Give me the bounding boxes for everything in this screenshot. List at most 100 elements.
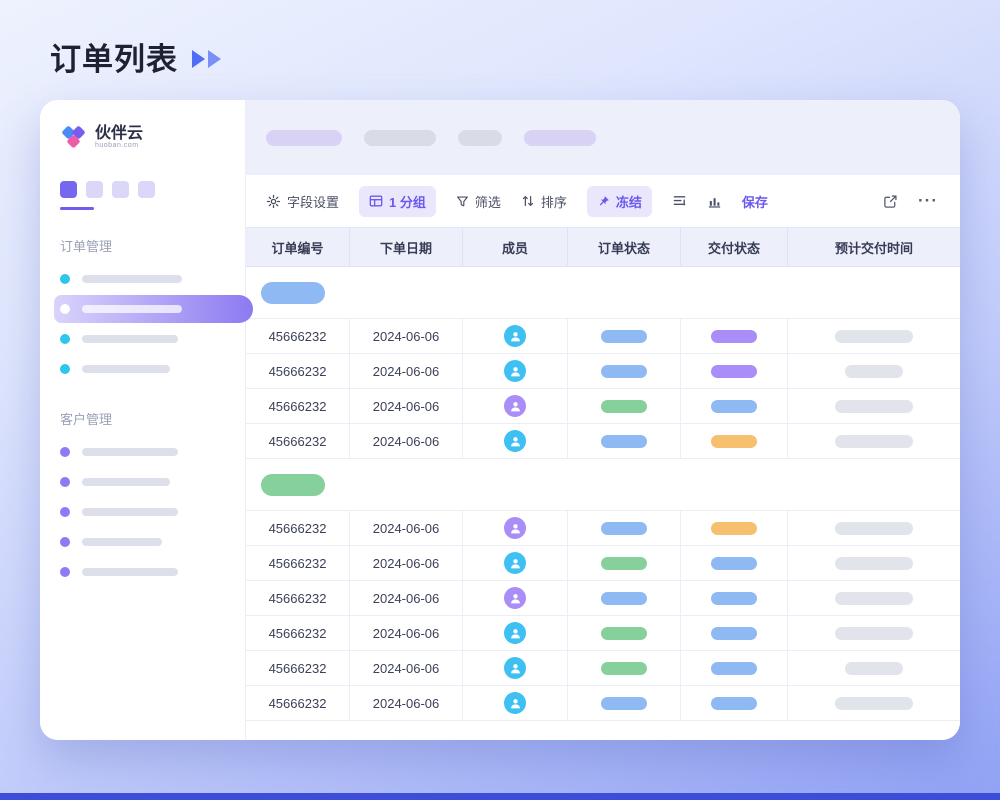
table-row[interactable]: 456662322024-06-06 [246, 651, 960, 686]
eta-cell [788, 424, 960, 459]
table-row[interactable]: 456662322024-06-06 [246, 511, 960, 546]
order-status-pill [601, 627, 647, 640]
order-date-cell: 2024-06-06 [350, 616, 463, 651]
nav-item-dot-icon [60, 507, 70, 517]
group-button[interactable]: 1 分组 [359, 186, 436, 217]
column-header[interactable]: 订单编号 [246, 228, 350, 266]
column-header[interactable]: 交付状态 [681, 228, 788, 266]
delivery-status-pill [711, 557, 757, 570]
table-row[interactable]: 456662322024-06-06 [246, 616, 960, 651]
group-header-row[interactable] [246, 459, 960, 511]
view-pill-4[interactable] [524, 130, 596, 146]
column-header[interactable]: 成员 [463, 228, 568, 266]
nav-item-label-placeholder [82, 305, 182, 313]
order-status-pill [601, 662, 647, 675]
nav-section-label: 客户管理 [60, 409, 245, 428]
order-date-cell: 2024-06-06 [350, 424, 463, 459]
view-pill-3[interactable] [458, 130, 502, 146]
order-status-pill [601, 400, 647, 413]
sidebar-item[interactable] [54, 295, 253, 323]
table-row[interactable]: 456662322024-06-06 [246, 581, 960, 616]
more-button[interactable]: ··· [918, 191, 938, 211]
logo-subtext: huoban.com [95, 142, 143, 150]
sidebar: 伙伴云 huoban.com 订单管理客户管理 [40, 100, 246, 740]
table-row[interactable]: 456662322024-06-06 [246, 424, 960, 459]
eta-placeholder-pill [835, 627, 913, 640]
nav-item-label-placeholder [82, 275, 182, 283]
order-status-pill [601, 365, 647, 378]
table-row[interactable]: 456662322024-06-06 [246, 546, 960, 581]
view-pill-1[interactable] [266, 130, 342, 146]
column-header[interactable]: 预计交付时间 [788, 228, 960, 266]
person-icon [509, 592, 522, 605]
row-height-button[interactable] [672, 194, 687, 209]
order-status-pill [601, 592, 647, 605]
sidebar-tab-3[interactable] [112, 181, 129, 198]
group-header-row[interactable] [246, 267, 960, 319]
play-arrows-icon [192, 46, 221, 68]
share-button[interactable] [883, 194, 898, 209]
sort-button[interactable]: 排序 [521, 192, 567, 211]
order-status-cell [568, 511, 681, 546]
view-pill-2[interactable] [364, 130, 436, 146]
delivery-status-cell [681, 319, 788, 354]
field-settings-button[interactable]: 字段设置 [266, 192, 339, 211]
order-no-cell: 45666232 [246, 616, 350, 651]
group-label-pill [261, 474, 325, 496]
person-icon [509, 522, 522, 535]
sidebar-item[interactable] [60, 438, 245, 466]
sidebar-item[interactable] [60, 355, 245, 383]
nav-item-dot-icon [60, 537, 70, 547]
table-row[interactable]: 456662322024-06-06 [246, 354, 960, 389]
filter-button[interactable]: 筛选 [456, 192, 501, 211]
column-header[interactable]: 订单状态 [568, 228, 681, 266]
sidebar-item[interactable] [60, 528, 245, 556]
sidebar-item[interactable] [60, 468, 245, 496]
member-avatar-icon [504, 587, 526, 609]
order-status-cell [568, 424, 681, 459]
delivery-status-pill [711, 662, 757, 675]
funnel-icon [456, 195, 469, 208]
nav-item-label-placeholder [82, 335, 178, 343]
order-date-cell: 2024-06-06 [350, 319, 463, 354]
sidebar-item[interactable] [60, 498, 245, 526]
order-no-cell: 45666232 [246, 319, 350, 354]
filter-label: 筛选 [475, 192, 501, 211]
sidebar-tab-2[interactable] [86, 181, 103, 198]
sidebar-item[interactable] [60, 325, 245, 353]
delivery-status-cell [681, 686, 788, 721]
edit-share-icon [883, 194, 898, 209]
eta-cell [788, 354, 960, 389]
table-body: 456662322024-06-06456662322024-06-064566… [246, 267, 960, 721]
member-avatar-icon [504, 395, 526, 417]
delivery-status-pill [711, 522, 757, 535]
freeze-button[interactable]: 冻结 [587, 186, 652, 217]
bottom-accent-band [0, 793, 1000, 800]
nav-item-dot-icon [60, 334, 70, 344]
order-no-cell: 45666232 [246, 389, 350, 424]
sidebar-item[interactable] [60, 265, 245, 293]
nav-item-label-placeholder [82, 538, 162, 546]
nav-item-label-placeholder [82, 508, 178, 516]
table-row[interactable]: 456662322024-06-06 [246, 389, 960, 424]
column-header[interactable]: 下单日期 [350, 228, 463, 266]
sort-label: 排序 [541, 192, 567, 211]
nav-item-label-placeholder [82, 478, 170, 486]
nav-item-label-placeholder [82, 568, 178, 576]
sidebar-item[interactable] [60, 558, 245, 586]
eta-cell [788, 686, 960, 721]
order-status-pill [601, 330, 647, 343]
delivery-status-pill [711, 365, 757, 378]
order-status-cell [568, 546, 681, 581]
table-row[interactable]: 456662322024-06-06 [246, 686, 960, 721]
save-button[interactable]: 保存 [742, 192, 768, 211]
sidebar-tab-1[interactable] [60, 181, 77, 198]
member-cell [463, 319, 568, 354]
order-date-cell: 2024-06-06 [350, 511, 463, 546]
member-cell [463, 581, 568, 616]
table-row[interactable]: 456662322024-06-06 [246, 319, 960, 354]
delivery-status-cell [681, 511, 788, 546]
chart-button[interactable] [707, 194, 722, 209]
sidebar-tab-4[interactable] [138, 181, 155, 198]
grid-icon [369, 194, 383, 208]
